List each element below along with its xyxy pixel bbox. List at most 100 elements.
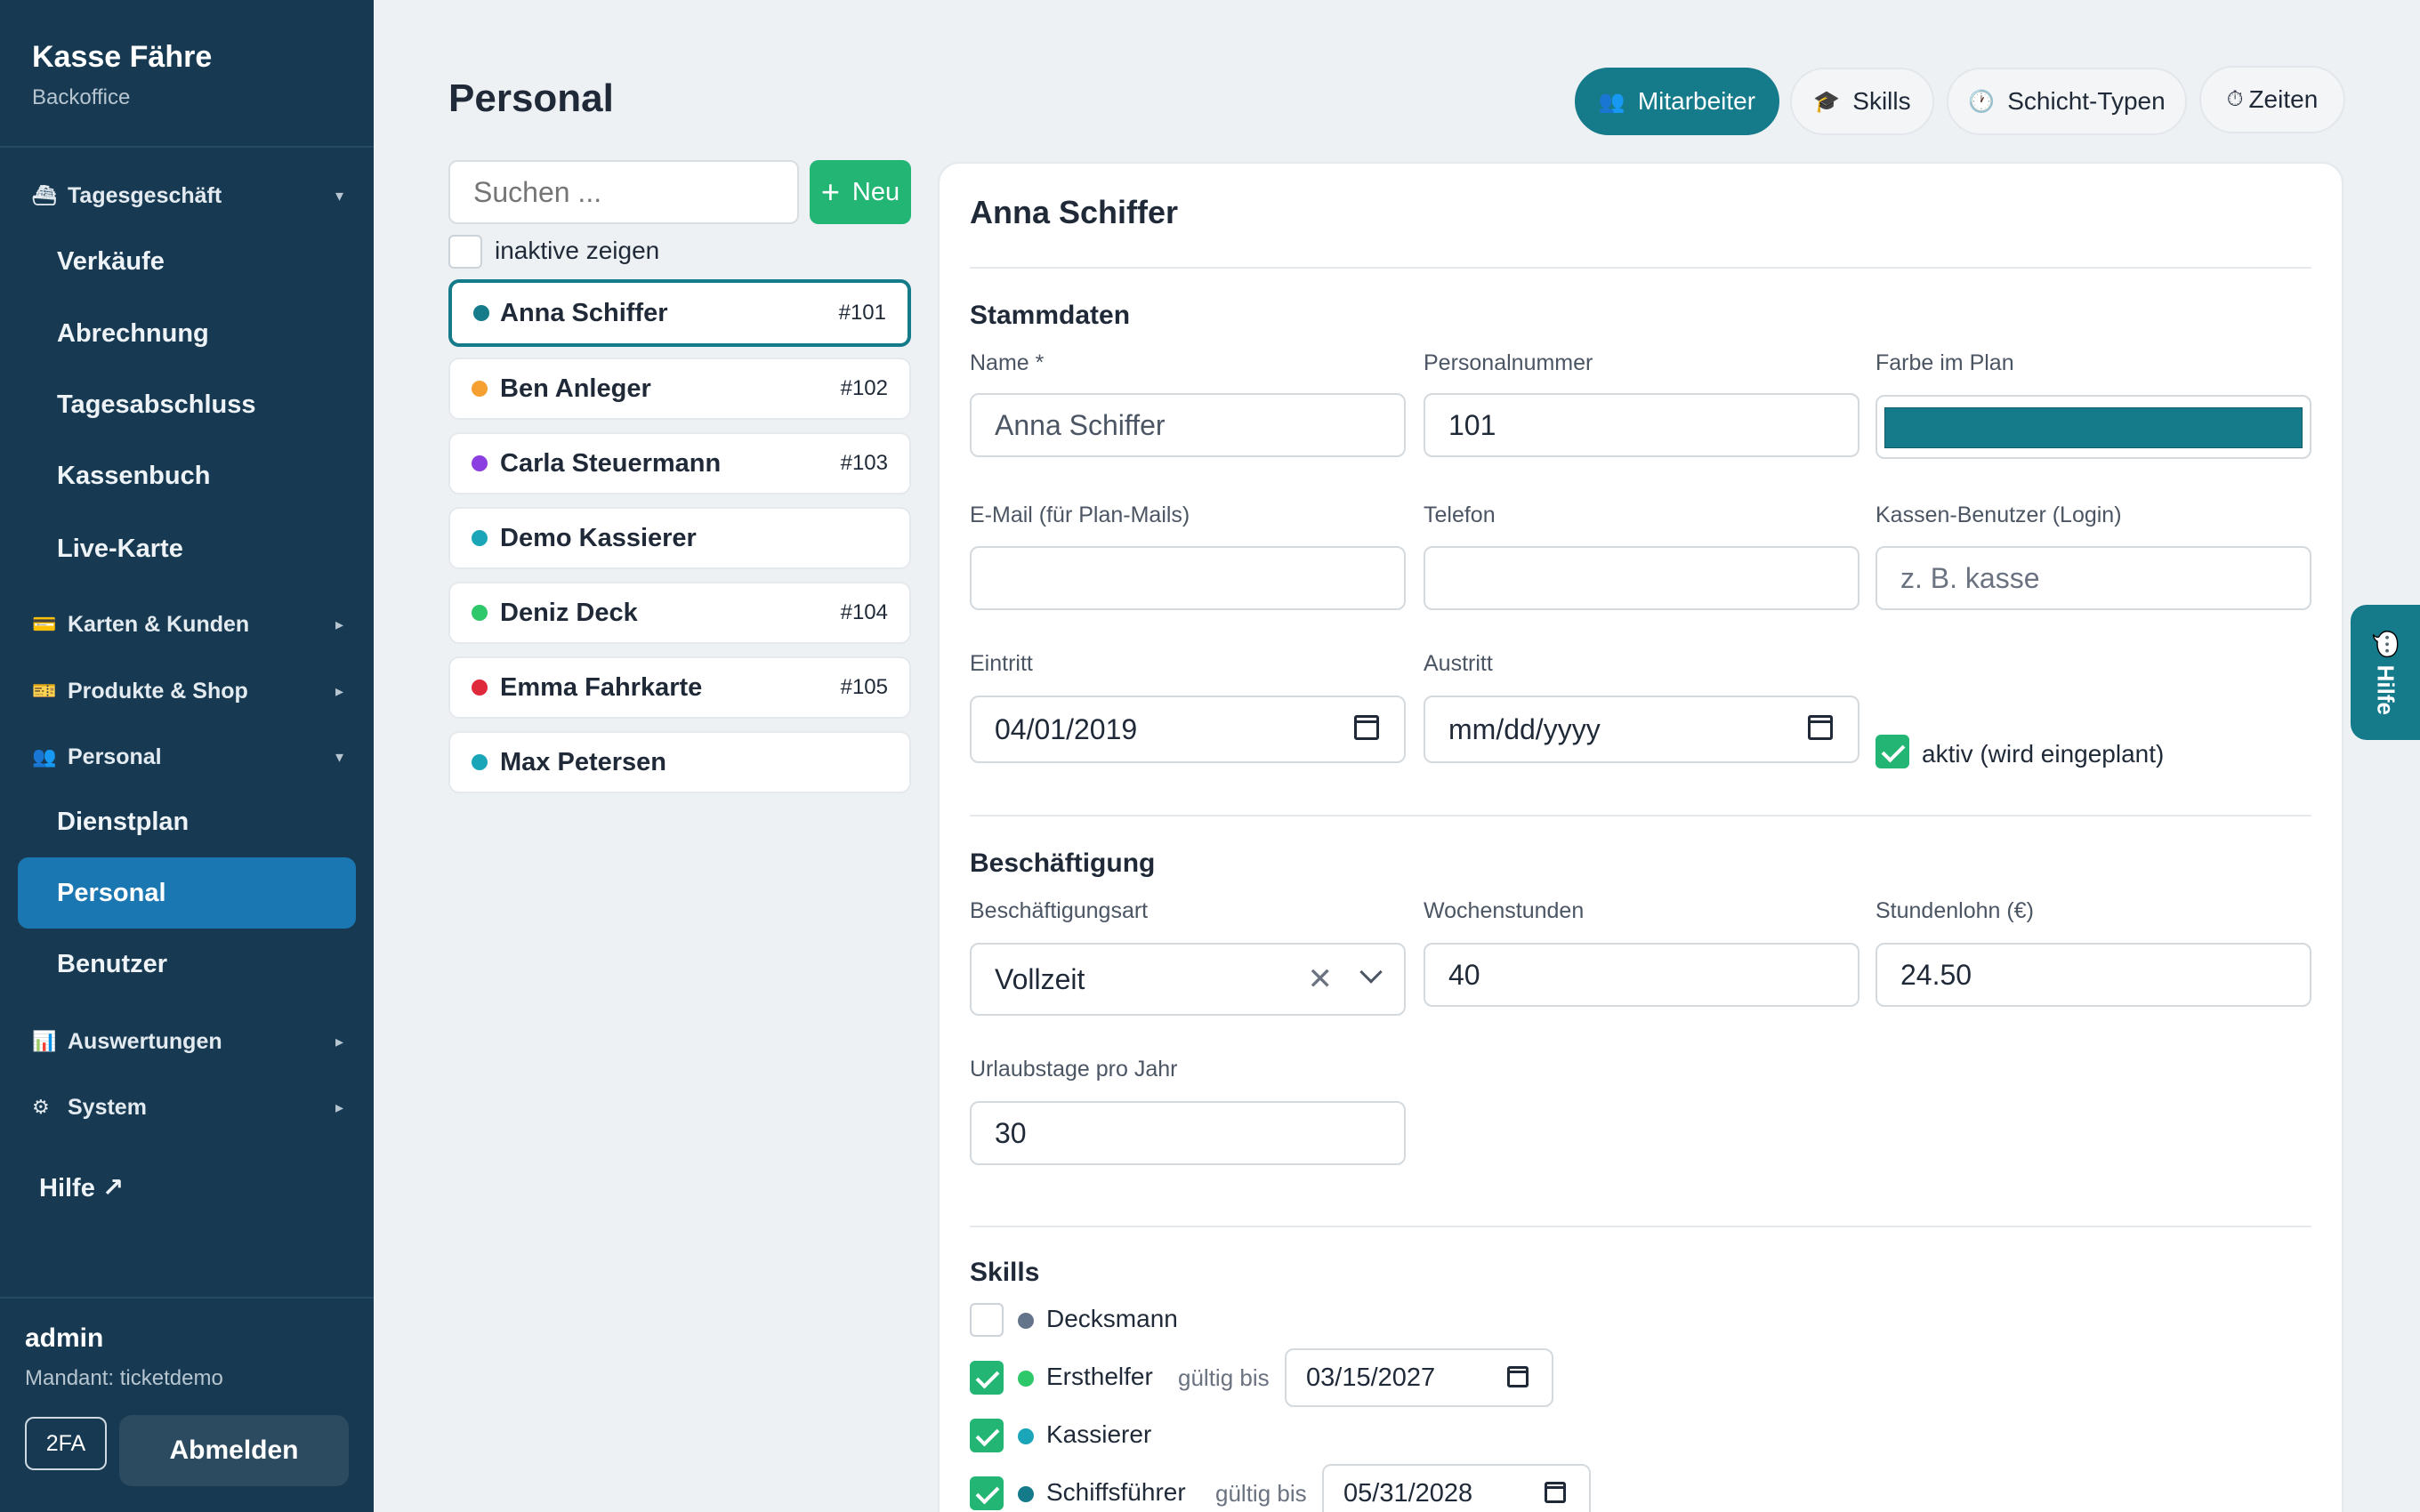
divider (970, 267, 2311, 269)
section-tagesgeschaeft[interactable]: ⛴ Tagesgeschäft ▾ (32, 174, 343, 217)
employee-color-dot (472, 605, 488, 621)
help-side-tab[interactable]: 💬 Hilfe (2351, 605, 2420, 740)
section-auswertungen[interactable]: 📊 Auswertungen ▸ (32, 1020, 343, 1063)
skill-checkbox[interactable] (970, 1361, 1004, 1395)
search-input[interactable] (448, 160, 799, 224)
employee-list-item[interactable]: Anna Schiffer #101 (448, 279, 911, 347)
telefon-field[interactable] (1424, 546, 1859, 610)
aktiv-checkbox[interactable] (1876, 735, 1909, 768)
section-label: Karten & Kunden (68, 611, 250, 637)
employee-color-dot (472, 455, 488, 471)
section-produkte-shop[interactable]: 🎫 Produkte & Shop ▸ (32, 670, 343, 712)
shop-icon: 🎫 (32, 680, 57, 702)
section-system[interactable]: ⚙ System ▸ (32, 1086, 343, 1129)
tab-zeiten[interactable]: ⏱ Zeiten (2199, 66, 2345, 133)
section-personal[interactable]: 👥 Personal ▾ (32, 736, 343, 778)
app-subtitle: Backoffice (32, 85, 131, 109)
skill-checkbox[interactable] (970, 1476, 1004, 1510)
chevron-down-icon[interactable] (1359, 961, 1383, 984)
nav-verkaeufe[interactable]: Verkäufe (18, 226, 356, 297)
new-employee-button[interactable]: + Neu (810, 160, 911, 224)
chevron-right-icon: ▸ (335, 1098, 343, 1116)
tab-mitarbeiter[interactable]: 👥 Mitarbeiter (1575, 68, 1779, 135)
name-field[interactable]: Anna Schiffer (970, 393, 1406, 457)
color-picker[interactable] (1876, 395, 2311, 459)
sidebar-divider (0, 146, 374, 148)
employee-color-dot (472, 381, 488, 397)
clear-icon[interactable]: ✕ (1308, 961, 1334, 997)
skill-valid-date-value: 05/31/2028 (1343, 1478, 1473, 1508)
section-karten-kunden[interactable]: 💳 Karten & Kunden ▸ (32, 603, 343, 646)
austritt-placeholder: mm/dd/yyyy (1448, 712, 1601, 745)
skill-valid-date-field[interactable]: 05/31/2028 (1322, 1464, 1591, 1512)
employee-name: Ben Anleger (500, 374, 651, 403)
eintritt-date-field[interactable]: 04/01/2019 (970, 696, 1406, 763)
employee-name: Anna Schiffer (500, 298, 668, 327)
urlaubstage-field[interactable]: 30 (970, 1101, 1406, 1165)
twofa-button[interactable]: 2FA (25, 1417, 107, 1470)
employee-list-item[interactable]: Demo Kassierer (448, 507, 911, 569)
aktiv-label: aktiv (wird eingeplant) (1922, 740, 2165, 768)
skill-color-dot (1018, 1371, 1034, 1387)
employee-name: Max Petersen (500, 747, 666, 776)
user-info: admin Mandant: ticketdemo (25, 1323, 223, 1391)
gear-icon: ⚙ (32, 1096, 50, 1118)
nav-benutzer[interactable]: Benutzer (18, 929, 356, 1000)
skill-name: Decksmann (1046, 1305, 1178, 1332)
stundenlohn-field[interactable]: 24.50 (1876, 943, 2311, 1007)
farbe-label: Farbe im Plan (1876, 350, 2014, 375)
employee-color-dot (473, 305, 489, 321)
tab-label: Zeiten (2248, 85, 2319, 113)
employee-name: Deniz Deck (500, 598, 638, 627)
app-title: Kasse Fähre (32, 40, 213, 74)
section-beschaeftigung-heading: Beschäftigung (970, 848, 1156, 878)
section-skills-heading: Skills (970, 1258, 1040, 1287)
art-label: Beschäftigungsart (970, 898, 1149, 923)
employee-number: #102 (840, 376, 888, 400)
employee-detail-title: Anna Schiffer (970, 194, 1179, 230)
skill-valid-label: gültig bis (1178, 1364, 1270, 1391)
skill-checkbox[interactable] (970, 1419, 1004, 1452)
email-field[interactable] (970, 546, 1406, 610)
divider (970, 815, 2311, 816)
nav-dienstplan[interactable]: Dienstplan (18, 786, 356, 857)
section-label: Produkte & Shop (68, 678, 248, 704)
employee-list-item[interactable]: Deniz Deck #104 (448, 582, 911, 644)
calendar-icon[interactable] (1808, 715, 1833, 740)
tab-skills[interactable]: 🎓 Skills (1790, 68, 1934, 135)
chevron-down-icon: ▾ (335, 747, 343, 766)
calendar-icon[interactable] (1545, 1482, 1566, 1503)
employee-list-item[interactable]: Max Petersen (448, 731, 911, 793)
login-field[interactable]: z. B. kasse (1876, 546, 2311, 610)
skill-valid-date-field[interactable]: 03/15/2027 (1285, 1348, 1553, 1407)
nav-abrechnung[interactable]: Abrechnung (18, 298, 356, 369)
logout-button[interactable]: Abmelden (119, 1415, 349, 1486)
employee-list-item[interactable]: Emma Fahrkarte #105 (448, 656, 911, 719)
nav-tagesabschluss[interactable]: Tagesabschluss (18, 369, 356, 440)
email-label: E-Mail (für Plan-Mails) (970, 503, 1190, 527)
show-inactive-checkbox[interactable] (448, 235, 482, 269)
employee-list-item[interactable]: Carla Steuermann #103 (448, 432, 911, 495)
austritt-date-field[interactable]: mm/dd/yyyy (1424, 696, 1859, 763)
clock-icon: 🕐 (1968, 89, 1996, 114)
chevron-down-icon: ▾ (335, 186, 343, 205)
employee-list-item[interactable]: Ben Anleger #102 (448, 358, 911, 420)
calendar-icon[interactable] (1354, 715, 1379, 740)
calendar-icon[interactable] (1507, 1366, 1529, 1387)
help-link[interactable]: Hilfe ↗ (39, 1172, 124, 1203)
employee-number: #101 (838, 301, 886, 325)
nav-personal[interactable]: Personal (18, 857, 356, 929)
lohn-label: Stundenlohn (€) (1876, 898, 2034, 923)
skill-checkbox[interactable] (970, 1303, 1004, 1337)
employee-color-dot (472, 680, 488, 696)
tab-label: Skills (1852, 87, 1911, 115)
persnr-field[interactable]: 101 (1424, 393, 1859, 457)
login-label: Kassen-Benutzer (Login) (1876, 503, 2122, 527)
beschaeftigungsart-select[interactable]: Vollzeit ✕ (970, 943, 1406, 1016)
chevron-right-icon: ▸ (335, 615, 343, 633)
wochenstunden-field[interactable]: 40 (1424, 943, 1859, 1007)
nav-kassenbuch[interactable]: Kassenbuch (18, 440, 356, 511)
skill-valid-label: gültig bis (1215, 1480, 1307, 1507)
nav-live-karte[interactable]: Live-Karte (18, 513, 356, 584)
tab-schicht-typen[interactable]: 🕐 Schicht-Typen (1947, 68, 2187, 135)
